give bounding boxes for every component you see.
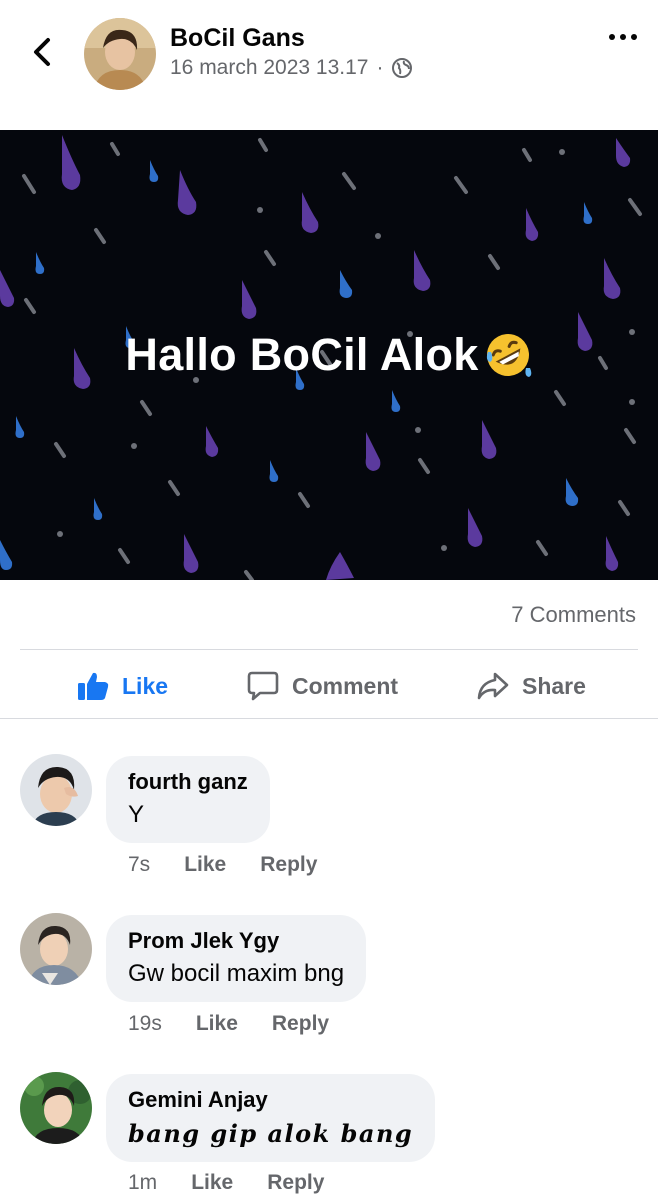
banner-text-container: Hallo BoCil Alok: [0, 130, 658, 580]
comment-like-button[interactable]: Like: [196, 1012, 238, 1036]
commenter-avatar[interactable]: [20, 1072, 92, 1144]
share-button[interactable]: Share: [476, 664, 586, 708]
globe-icon: [392, 58, 413, 78]
divider-bottom: [0, 718, 658, 719]
share-arrow-icon: [477, 672, 509, 700]
comment-reply-button[interactable]: Reply: [272, 1012, 329, 1036]
author-name[interactable]: BoCil Gans: [170, 24, 305, 53]
thumbs-up-icon: [78, 672, 109, 700]
banner-text: Hallo BoCil Alok: [125, 329, 479, 380]
post-header: BoCil Gans 16 march 2023 13.17 ·: [0, 0, 658, 90]
like-button-label: Like: [122, 672, 169, 699]
comment-like-button[interactable]: Like: [184, 853, 226, 877]
comment-button[interactable]: Comment: [246, 664, 398, 708]
comment-time[interactable]: 19s: [128, 1012, 162, 1036]
comment-bubble: Gemini Anjay bang gip alok bang: [106, 1074, 436, 1162]
comment-reply-button[interactable]: Reply: [260, 853, 317, 877]
comment-meta: 19s Like Reply: [128, 1012, 363, 1036]
comment-text: Gw bocil maxim bng: [128, 960, 345, 987]
commenter-name[interactable]: Gemini Anjay: [128, 1087, 413, 1113]
more-options-icon[interactable]: [606, 26, 640, 48]
author-avatar[interactable]: [84, 18, 156, 90]
commenter-avatar[interactable]: [20, 754, 92, 826]
comment-reply-button[interactable]: Reply: [267, 1171, 324, 1195]
comment-meta: 1m Like Reply: [128, 1171, 358, 1195]
comment-bubble: Prom Jlek Ygy Gw bocil maxim bng: [106, 915, 367, 1002]
comment-button-label: Comment: [292, 672, 399, 699]
back-arrow-icon[interactable]: [28, 34, 56, 70]
commenter-name[interactable]: Prom Jlek Ygy: [128, 928, 344, 954]
comment-bubble-icon: [247, 671, 279, 701]
comment-meta: 7s Like Reply: [128, 853, 351, 877]
share-button-label: Share: [522, 672, 586, 699]
rolling-on-floor-laughing-emoji-icon: [486, 334, 531, 377]
commenter-name[interactable]: fourth ganz: [128, 769, 248, 795]
comment-text: Y: [128, 801, 145, 828]
divider-top: [20, 649, 638, 650]
post-timestamp[interactable]: 16 march 2023 13.17: [170, 56, 368, 80]
comment-time[interactable]: 1m: [128, 1171, 157, 1195]
comment-like-button[interactable]: Like: [191, 1171, 233, 1195]
post-meta: 16 march 2023 13.17 ·: [170, 56, 413, 80]
comment-time[interactable]: 7s: [128, 853, 150, 877]
meta-separator: ·: [376, 56, 384, 79]
commenter-avatar[interactable]: [20, 913, 92, 985]
comment-bubble: fourth ganz Y: [106, 756, 270, 843]
post-banner: Hallo BoCil Alok: [0, 130, 658, 580]
like-button[interactable]: Like: [76, 664, 168, 708]
comment-text: bang gip alok bang: [128, 1119, 414, 1148]
comment-count[interactable]: 7 Comments: [511, 602, 636, 628]
